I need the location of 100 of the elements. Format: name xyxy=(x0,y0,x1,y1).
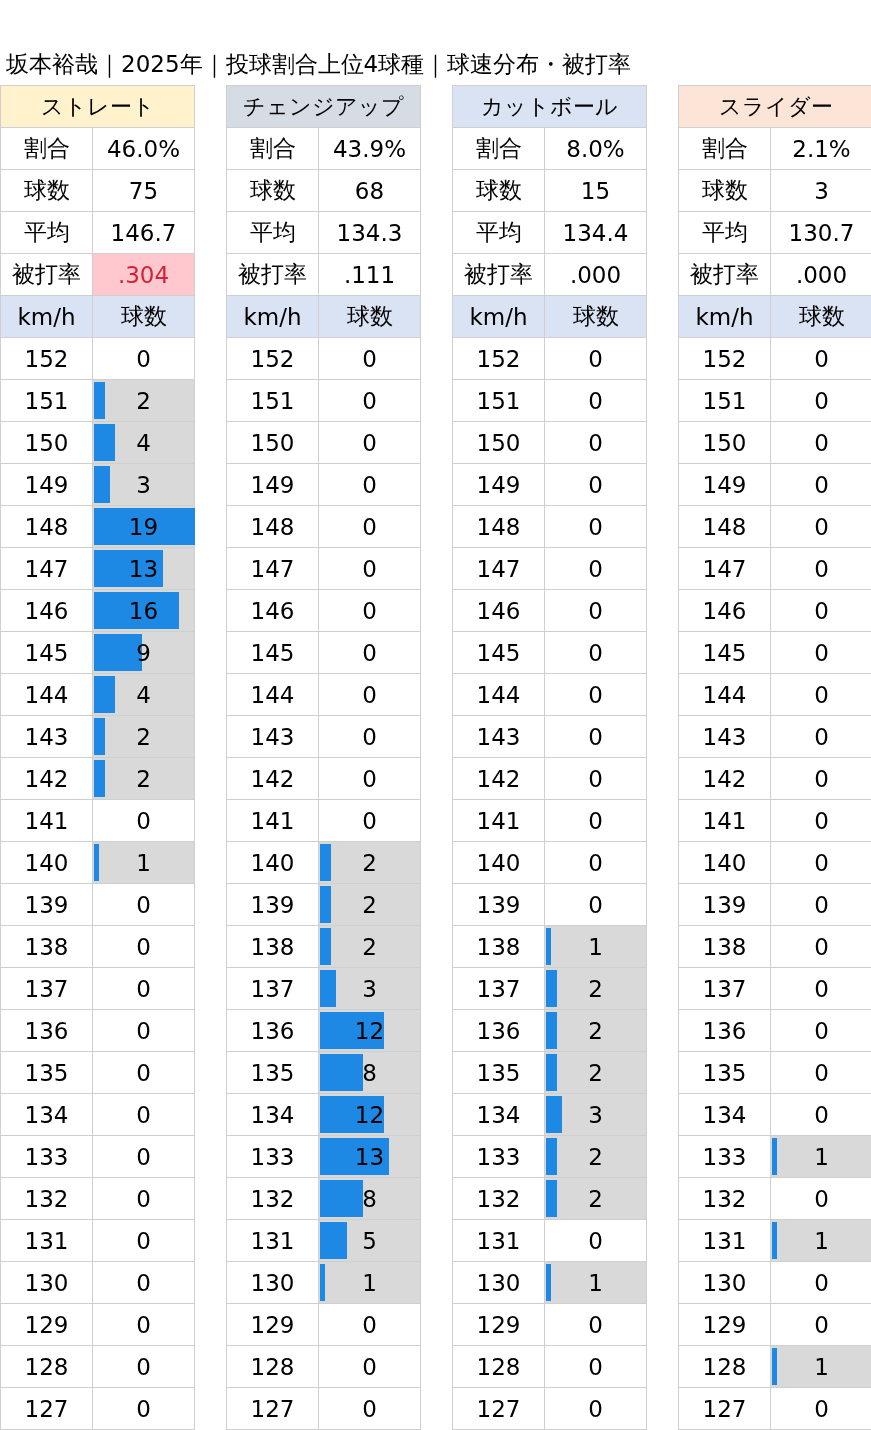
count-value: 2 xyxy=(588,1059,603,1086)
count-value: 19 xyxy=(128,513,159,540)
speed-cell: 148 xyxy=(453,506,545,548)
count-value: 0 xyxy=(588,681,603,708)
stat-label: 割合 xyxy=(227,128,319,170)
count-value: 1 xyxy=(588,933,603,960)
speed-cell: 140 xyxy=(679,842,771,884)
speed-cell: 147 xyxy=(453,548,545,590)
count-value: 0 xyxy=(136,1185,151,1212)
speed-cell: 136 xyxy=(679,1010,771,1052)
stat-label: 平均 xyxy=(453,212,545,254)
count-value: 0 xyxy=(814,597,829,624)
count-value: 2 xyxy=(588,1017,603,1044)
speed-cell: 145 xyxy=(453,632,545,674)
count-value: 0 xyxy=(814,345,829,372)
count-value: 0 xyxy=(136,1311,151,1338)
stat-value: .304 xyxy=(93,254,195,296)
count-value: 0 xyxy=(136,1017,151,1044)
speed-cell: 144 xyxy=(679,674,771,716)
speed-cell: 152 xyxy=(227,338,319,380)
count-value: 0 xyxy=(588,1395,603,1422)
count-value: 1 xyxy=(814,1143,829,1170)
stat-value: 8.0% xyxy=(545,128,647,170)
speed-cell: 146 xyxy=(453,590,545,632)
count-value: 0 xyxy=(814,1311,829,1338)
count-value: 0 xyxy=(588,807,603,834)
speed-cell: 143 xyxy=(227,716,319,758)
count-value: 0 xyxy=(362,471,377,498)
count-value: 0 xyxy=(362,681,377,708)
count-value: 2 xyxy=(136,723,151,750)
speed-cell: 129 xyxy=(453,1304,545,1346)
count-value: 0 xyxy=(136,1395,151,1422)
speed-cell: 145 xyxy=(227,632,319,674)
stat-label: 割合 xyxy=(1,128,93,170)
speed-cell: 134 xyxy=(679,1094,771,1136)
count-value: 0 xyxy=(362,597,377,624)
count-value: 2 xyxy=(362,933,377,960)
speed-cell: 143 xyxy=(679,716,771,758)
speed-cell: 139 xyxy=(679,884,771,926)
speed-cell: 145 xyxy=(679,632,771,674)
count-value: 0 xyxy=(588,765,603,792)
count-value: 3 xyxy=(588,1101,603,1128)
count-value: 0 xyxy=(588,1311,603,1338)
speed-cell: 151 xyxy=(679,380,771,422)
count-value: 2 xyxy=(362,891,377,918)
count-value: 0 xyxy=(362,723,377,750)
stat-label: 割合 xyxy=(453,128,545,170)
speed-cell: 129 xyxy=(227,1304,319,1346)
stat-value: 3 xyxy=(771,170,871,212)
count-value: 0 xyxy=(814,387,829,414)
stat-label: 球数 xyxy=(227,170,319,212)
pitch-name: ストレート xyxy=(1,86,195,128)
count-value: 0 xyxy=(588,345,603,372)
speed-cell: 132 xyxy=(1,1178,93,1220)
speed-cell: 137 xyxy=(1,968,93,1010)
speed-cell: 142 xyxy=(679,758,771,800)
count-value: 0 xyxy=(814,1395,829,1422)
count-value: 0 xyxy=(588,471,603,498)
speed-cell: 127 xyxy=(453,1388,545,1430)
stat-label: 球数 xyxy=(679,170,771,212)
speed-cell: 128 xyxy=(227,1346,319,1388)
speed-cell: 152 xyxy=(453,338,545,380)
speed-cell: 150 xyxy=(679,422,771,464)
count-value: 2 xyxy=(136,765,151,792)
count-value: 1 xyxy=(814,1227,829,1254)
speed-cell: 128 xyxy=(1,1346,93,1388)
count-value: 0 xyxy=(362,429,377,456)
count-value: 12 xyxy=(354,1101,385,1128)
speed-cell: 130 xyxy=(1,1262,93,1304)
count-value: 4 xyxy=(136,681,151,708)
count-value: 0 xyxy=(814,1101,829,1128)
speed-cell: 151 xyxy=(227,380,319,422)
speed-cell: 139 xyxy=(453,884,545,926)
stat-value: 68 xyxy=(319,170,421,212)
count-value: 16 xyxy=(128,597,159,624)
speed-cell: 141 xyxy=(227,800,319,842)
count-value: 0 xyxy=(814,765,829,792)
count-value: 0 xyxy=(814,933,829,960)
stat-value: 134.4 xyxy=(545,212,647,254)
count-value: 2 xyxy=(588,975,603,1002)
speed-cell: 140 xyxy=(453,842,545,884)
speed-cell: 132 xyxy=(679,1178,771,1220)
count-value: 0 xyxy=(362,555,377,582)
count-value: 0 xyxy=(136,933,151,960)
speed-cell: 133 xyxy=(1,1136,93,1178)
count-value: 1 xyxy=(588,1269,603,1296)
speed-cell: 127 xyxy=(679,1388,771,1430)
speed-cell: 149 xyxy=(679,464,771,506)
count-value: 3 xyxy=(136,471,151,498)
count-value: 0 xyxy=(362,387,377,414)
count-value: 8 xyxy=(362,1185,377,1212)
stat-value: 75 xyxy=(93,170,195,212)
count-value: 0 xyxy=(136,891,151,918)
stat-value: 43.9% xyxy=(319,128,421,170)
speed-cell: 152 xyxy=(1,338,93,380)
speed-cell: 149 xyxy=(227,464,319,506)
count-value: 0 xyxy=(814,975,829,1002)
count-value: 3 xyxy=(362,975,377,1002)
speed-cell: 141 xyxy=(1,800,93,842)
count-value: 0 xyxy=(362,807,377,834)
